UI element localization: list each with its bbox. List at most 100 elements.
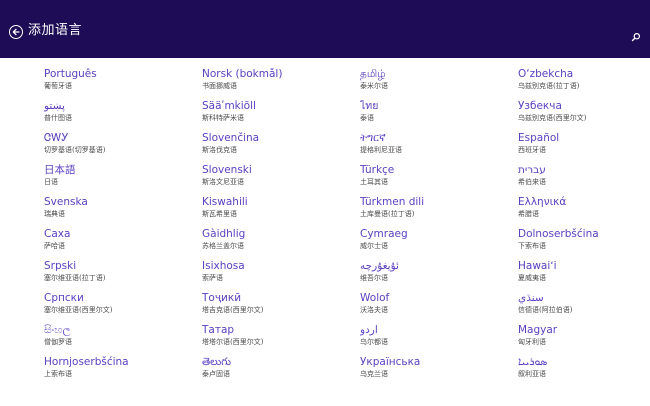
language-item[interactable]: Norsk (bokmål) 书面挪威语 — [202, 68, 360, 100]
language-localized-name: 塞尔维亚语(西里尔文) — [44, 306, 113, 314]
back-arrow-glyph — [12, 28, 20, 36]
language-item[interactable]: Українська 乌克兰语 — [360, 356, 518, 388]
language-native-name: Español — [518, 132, 560, 144]
language-native-name: ᏣᎳᎩ — [44, 132, 69, 144]
language-item[interactable]: سنڌي 信德语(阿拉伯语) — [518, 292, 648, 324]
language-localized-name: 塔吉克语(西里尔文) — [202, 306, 264, 314]
language-native-name: Ελληνικά — [518, 196, 567, 208]
language-native-name: Hornjoserbšćina — [44, 356, 129, 368]
language-item[interactable]: Ўзбекча 乌兹别克语(西里尔文) — [518, 100, 648, 132]
language-localized-name: 乌克兰语 — [360, 370, 388, 378]
language-localized-name: 威尔士语 — [360, 242, 388, 250]
language-localized-name: 切罗基语(切罗基语) — [44, 146, 106, 154]
language-item[interactable]: 日本語 日语 — [44, 164, 202, 196]
language-localized-name: 泰米尔语 — [360, 82, 388, 90]
language-native-name: ไทย — [360, 100, 379, 112]
language-native-name: Türkçe — [360, 164, 395, 176]
language-item[interactable]: Ελληνικά 希腊语 — [518, 196, 648, 228]
language-native-name: Türkmen dili — [360, 196, 425, 208]
back-arrow-icon[interactable] — [9, 25, 23, 39]
language-native-name: Isixhosa — [202, 260, 245, 272]
language-item[interactable]: Türkmen dili 土库曼语(拉丁语) — [360, 196, 518, 228]
language-item[interactable]: Српски 塞尔维亚语(西里尔文) — [44, 292, 202, 324]
language-item[interactable]: ትግርኛ 提格利尼亚语 — [360, 132, 518, 164]
search-icon[interactable] — [631, 27, 641, 42]
language-item[interactable]: Isixhosa 索萨语 — [202, 260, 360, 292]
language-item[interactable]: Magyar 匈牙利语 — [518, 324, 648, 356]
language-item[interactable]: Sääʹmǩiõll 斯科特萨米语 — [202, 100, 360, 132]
language-item[interactable]: Español 西班牙语 — [518, 132, 648, 164]
language-localized-name: 斯洛伐克语 — [202, 146, 237, 154]
language-item[interactable]: Srpski 塞尔维亚语(拉丁语) — [44, 260, 202, 292]
language-native-name: ܣܘܪܝܝܐ — [518, 356, 548, 368]
language-item[interactable]: Саха 萨哈语 — [44, 228, 202, 260]
language-localized-name: 西班牙语 — [518, 146, 546, 154]
language-localized-name: 希腊语 — [518, 210, 539, 218]
language-localized-name: 日语 — [44, 178, 58, 186]
language-item[interactable]: עברית 希伯来语 — [518, 164, 648, 196]
language-native-name: 日本語 — [44, 164, 76, 176]
language-item[interactable]: Dolnoserbšćina 下索布语 — [518, 228, 648, 260]
language-item[interactable]: Wolof 沃洛夫语 — [360, 292, 518, 324]
language-native-name: Wolof — [360, 292, 390, 304]
language-localized-name: 匈牙利语 — [518, 338, 546, 346]
language-native-name: Cymraeg — [360, 228, 408, 240]
language-localized-name: 泰语 — [360, 114, 374, 122]
language-item[interactable]: O‘zbekcha 乌兹别克语(拉丁语) — [518, 68, 648, 100]
language-item[interactable]: தமிழ் 泰米尔语 — [360, 68, 518, 100]
language-item[interactable]: Türkçe 土耳其语 — [360, 164, 518, 196]
language-localized-name: 索萨语 — [202, 274, 223, 282]
language-localized-name: 沃洛夫语 — [360, 306, 388, 314]
language-item[interactable]: Hornjoserbšćina 上索布语 — [44, 356, 202, 388]
language-native-name: සිංහල — [44, 324, 71, 336]
language-native-name: Kiswahili — [202, 196, 248, 208]
language-item[interactable]: ᏣᎳᎩ 切罗基语(切罗基语) — [44, 132, 202, 164]
language-localized-name: 下索布语 — [518, 242, 546, 250]
language-localized-name: 斯洛文尼亚语 — [202, 178, 244, 186]
language-native-name: עברית — [518, 164, 546, 176]
language-native-name: Татар — [202, 324, 235, 336]
language-item[interactable]: සිංහල 僧伽罗语 — [44, 324, 202, 356]
language-native-name: ئۇيغۇرچە — [360, 260, 399, 272]
language-item[interactable]: Татар 塔塔尔语(西里尔文) — [202, 324, 360, 356]
language-item[interactable]: ܣܘܪܝܝܐ 叙利亚语 — [518, 356, 648, 388]
language-localized-name: 叙利亚语 — [518, 370, 546, 378]
language-item[interactable]: Slovenčina 斯洛伐克语 — [202, 132, 360, 164]
language-native-name: پښتو — [44, 100, 65, 112]
language-item[interactable]: پښتو 普什图语 — [44, 100, 202, 132]
language-localized-name: 葡萄牙语 — [44, 82, 72, 90]
language-localized-name: 维吾尔语 — [360, 274, 388, 282]
language-native-name: O‘zbekcha — [518, 68, 574, 80]
language-native-name: Саха — [44, 228, 71, 240]
language-native-name: Gàidhlig — [202, 228, 246, 240]
language-localized-name: 乌兹别克语(西里尔文) — [518, 114, 587, 122]
language-localized-name: 提格利尼亚语 — [360, 146, 402, 154]
language-localized-name: 土库曼语(拉丁语) — [360, 210, 415, 218]
language-native-name: Српски — [44, 292, 84, 304]
language-native-name: Ўзбекча — [518, 100, 562, 112]
language-native-name: Norsk (bokmål) — [202, 68, 283, 80]
language-item[interactable]: Gàidhlig 苏格兰盖尔语 — [202, 228, 360, 260]
language-localized-name: 塞尔维亚语(拉丁语) — [44, 274, 106, 282]
language-item[interactable]: اُردو 乌尔都语 — [360, 324, 518, 356]
language-item[interactable]: Kiswahili 斯瓦希里语 — [202, 196, 360, 228]
language-localized-name: 萨哈语 — [44, 242, 65, 250]
language-localized-name: 书面挪威语 — [202, 82, 237, 90]
language-native-name: Slovenčina — [202, 132, 260, 144]
language-item[interactable]: Português 葡萄牙语 — [44, 68, 202, 100]
language-native-name: Magyar — [518, 324, 558, 336]
language-item[interactable]: Slovenski 斯洛文尼亚语 — [202, 164, 360, 196]
language-item[interactable]: తెలుగు 泰卢固语 — [202, 356, 360, 388]
language-localized-name: 乌兹别克语(拉丁语) — [518, 82, 580, 90]
language-native-name: Тоҷикӣ — [202, 292, 242, 304]
language-localized-name: 斯科特萨米语 — [202, 114, 244, 122]
language-item[interactable]: ไทย 泰语 — [360, 100, 518, 132]
language-item[interactable]: Тоҷикӣ 塔吉克语(西里尔文) — [202, 292, 360, 324]
language-item[interactable]: Cymraeg 威尔士语 — [360, 228, 518, 260]
language-item[interactable]: Svenska 瑞典语 — [44, 196, 202, 228]
language-item[interactable]: ئۇيغۇرچە 维吾尔语 — [360, 260, 518, 292]
language-localized-name: 土耳其语 — [360, 178, 388, 186]
language-localized-name: 僧伽罗语 — [44, 338, 72, 346]
language-item[interactable]: Hawaiʻi 夏威夷语 — [518, 260, 648, 292]
language-native-name: Українська — [360, 356, 421, 368]
